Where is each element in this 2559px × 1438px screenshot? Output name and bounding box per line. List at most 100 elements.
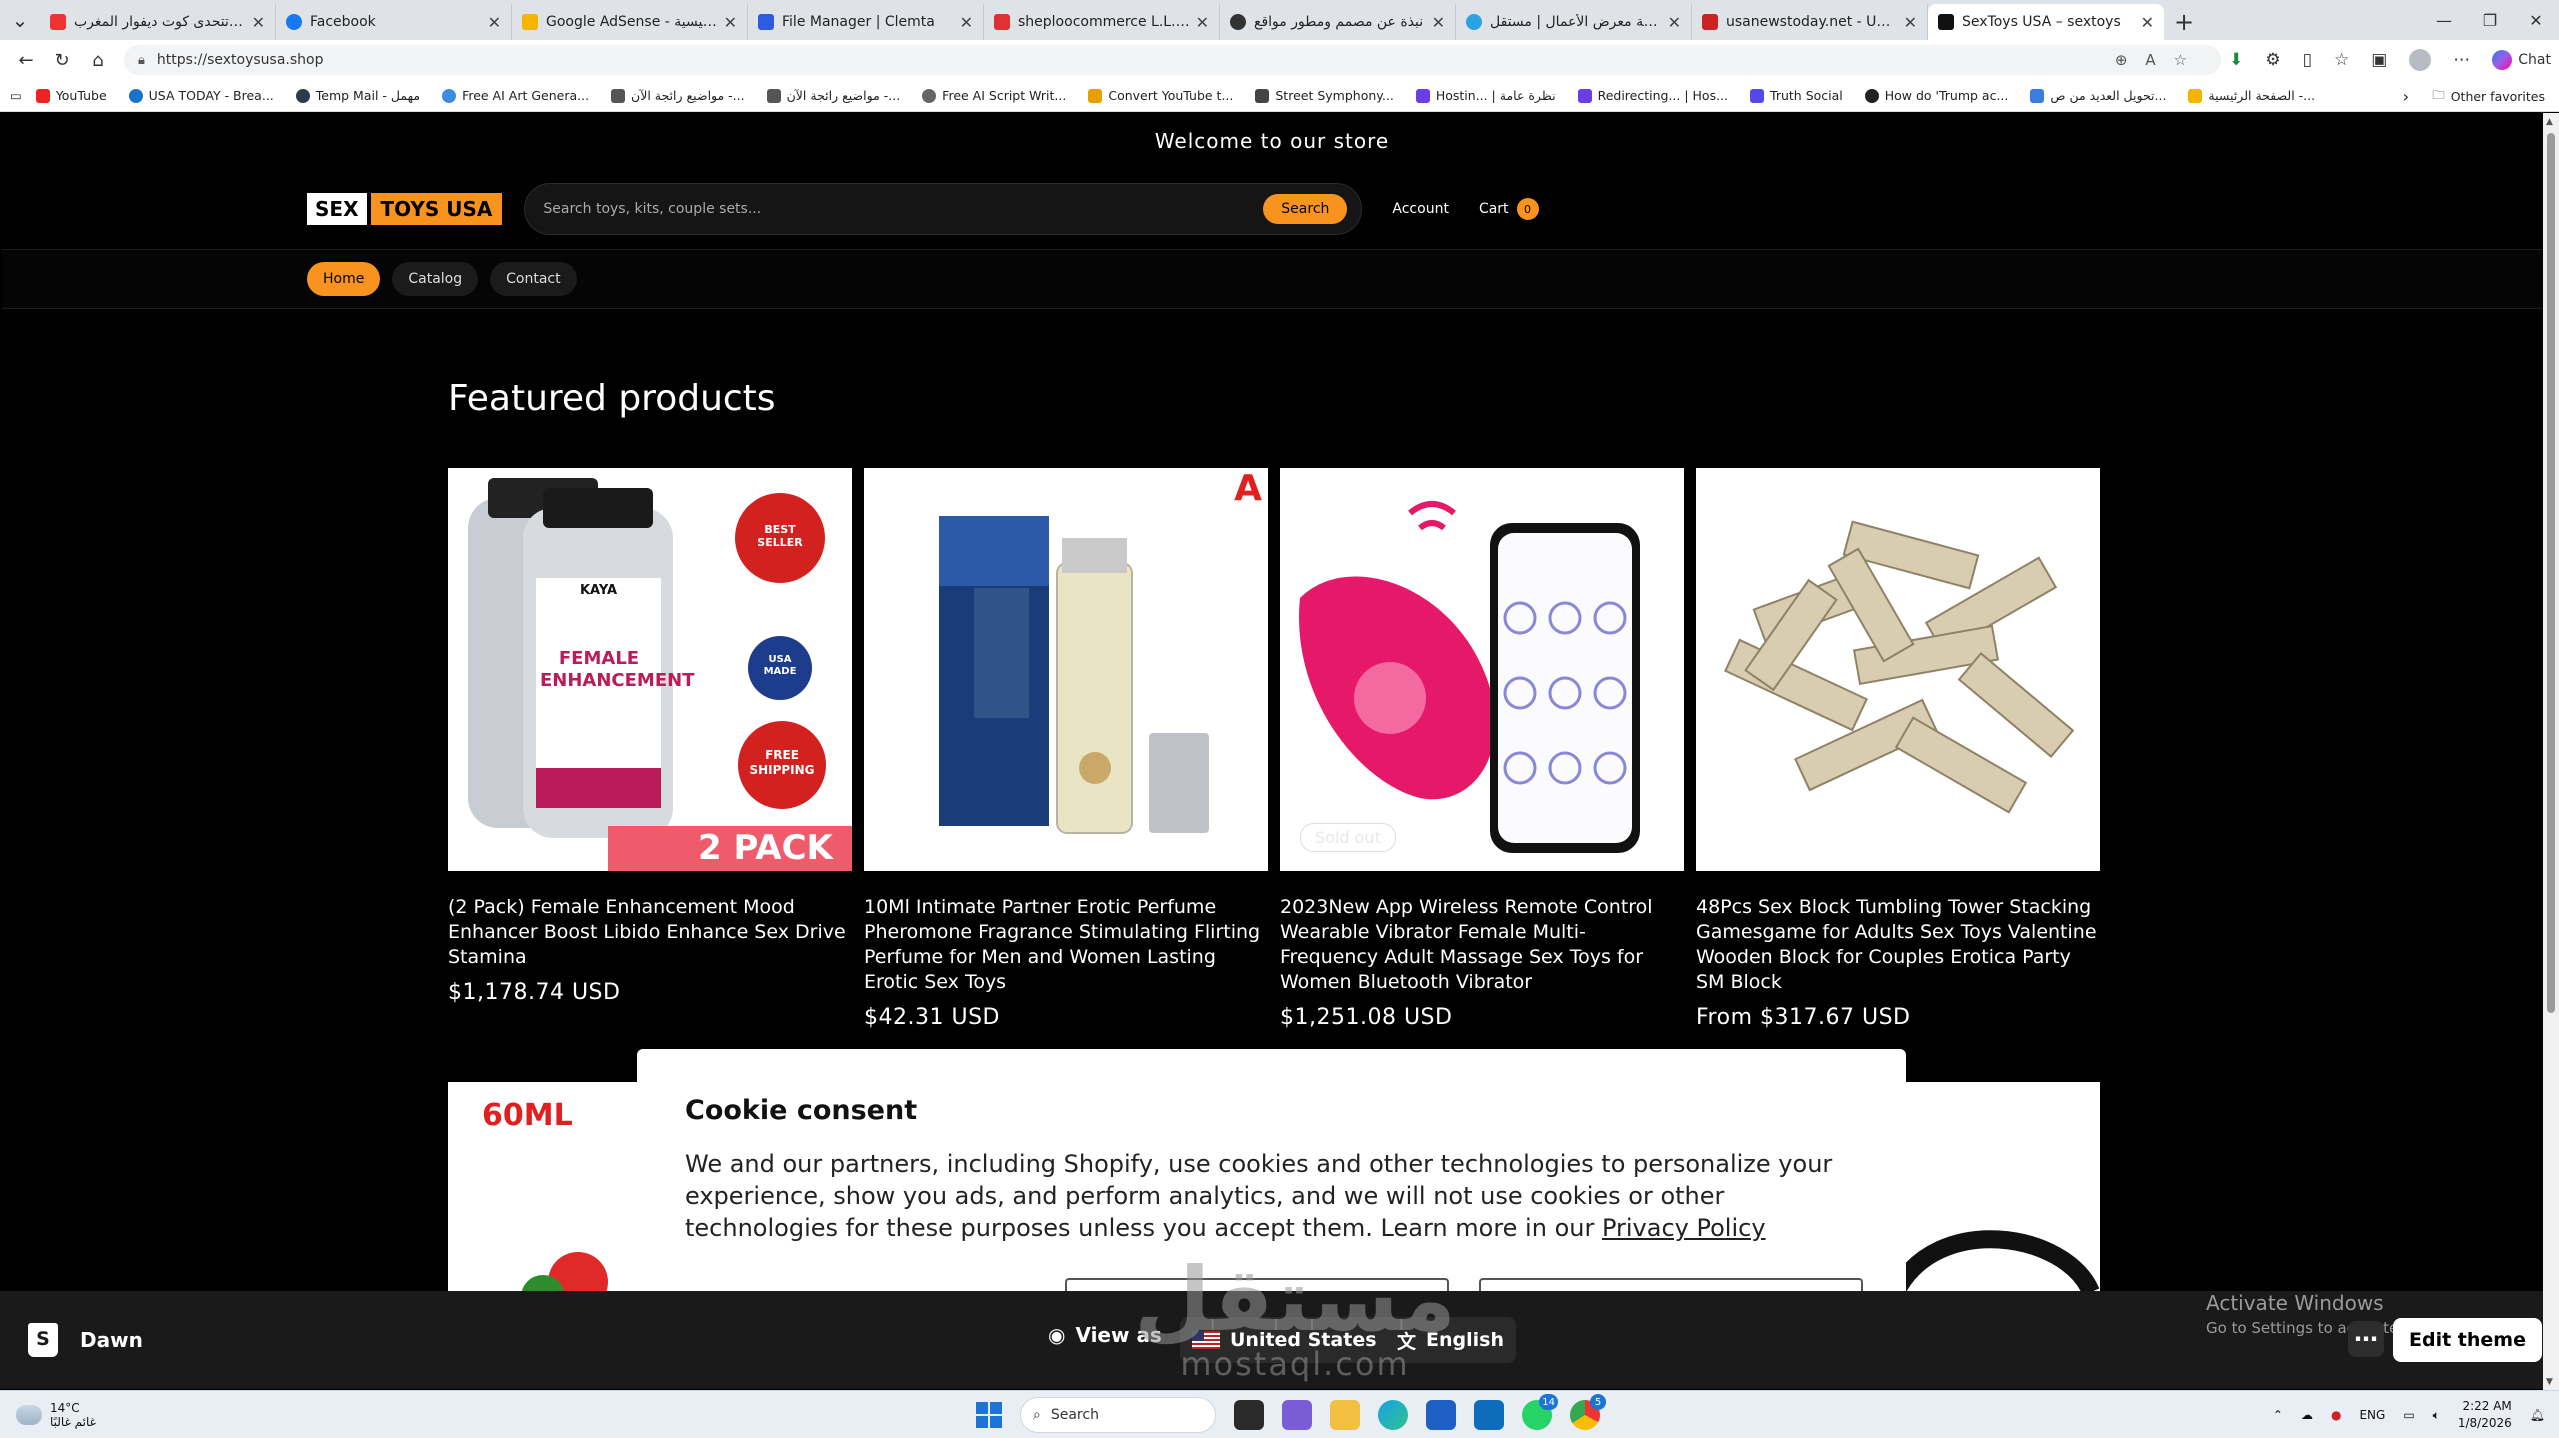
privacy-policy-link[interactable]: Privacy Policy [1602, 1214, 1766, 1242]
input-language[interactable]: ENG [2359, 1408, 2385, 1422]
browser-tab[interactable]: Facebook ✕ [276, 4, 512, 40]
product-title[interactable]: (2 Pack) Female Enhancement Mood Enhance… [448, 895, 852, 970]
product-image[interactable]: BEST SELLER USA MADE FREE SHIPPING KAYA … [448, 468, 852, 871]
product-title[interactable]: 2023New App Wireless Remote Control Wear… [1280, 895, 1684, 995]
browser-tab-active[interactable]: SexToys USA – sextoys ✕ [1928, 4, 2164, 40]
language-selector[interactable]: 文 English [1385, 1317, 1516, 1363]
browser-tab[interactable]: إضافة معرض الأعمال | مستقل ✕ [1456, 4, 1692, 40]
close-icon[interactable]: ✕ [960, 13, 973, 32]
read-aloud-icon[interactable]: A [2145, 51, 2155, 69]
more-options-button[interactable]: ⋯ [2348, 1321, 2384, 1357]
notifications-icon[interactable]: 🔔︎ [2530, 1408, 2545, 1422]
windows-start-icon[interactable] [976, 1402, 1002, 1428]
edge-icon[interactable] [1378, 1400, 1408, 1430]
scroll-down-icon[interactable]: ▼ [2546, 1377, 2553, 1387]
store-logo[interactable]: SEX TOYS USA [307, 193, 503, 225]
cart-link[interactable]: Cart 0 [1479, 198, 1539, 220]
url-field[interactable]: 🔒︎ https://sextoysusa.shop ⊕ A ☆ [124, 45, 2222, 75]
bookmark-item[interactable]: USA TODAY - Brea... [128, 88, 274, 103]
back-icon[interactable]: ← [8, 44, 44, 76]
zoom-icon[interactable]: ⊕ [2115, 51, 2128, 69]
bookmark-item[interactable]: Free AI Script Writ... [922, 88, 1066, 103]
weather-widget[interactable]: 14°C غائم غالبًا [16, 1401, 96, 1429]
chevron-up-icon[interactable]: ⌃ [2273, 1408, 2283, 1422]
outlook-icon[interactable] [1474, 1400, 1504, 1430]
download-icon[interactable]: ⬇ [2229, 50, 2243, 70]
bookmark-item[interactable]: Truth Social [1750, 88, 1843, 103]
clock[interactable]: 2:22 AM 1/8/2026 [2458, 1398, 2512, 1432]
more-icon[interactable]: ⋯ [2453, 50, 2470, 70]
product-card[interactable]: BEST SELLER USA MADE FREE SHIPPING KAYA … [448, 468, 852, 1030]
onedrive-icon[interactable]: ☁ [2301, 1408, 2313, 1422]
store-icon[interactable] [1426, 1400, 1456, 1430]
nav-contact[interactable]: Contact [490, 262, 577, 296]
nav-catalog[interactable]: Catalog [392, 262, 479, 296]
product-image[interactable]: A [864, 468, 1268, 871]
browser-tab[interactable]: usanewstoday.net - USANewsToday... ✕ [1692, 4, 1928, 40]
edit-theme-button[interactable]: Edit theme [2393, 1318, 2542, 1362]
taskbar-search[interactable]: ⌕ Search [1020, 1397, 1216, 1433]
collections-icon[interactable]: ▣ [2371, 50, 2387, 70]
extensions-icon[interactable]: ⚙ [2265, 50, 2280, 70]
chevron-right-icon[interactable]: › [2403, 80, 2409, 112]
browser-tab[interactable]: File Manager | Clemta ✕ [748, 4, 984, 40]
cookie-accept-button[interactable] [1479, 1278, 1863, 1292]
bookmarks-menu-icon[interactable]: ▭ [10, 88, 22, 103]
product-image[interactable] [1696, 468, 2100, 871]
refresh-icon[interactable]: ↻ [44, 44, 80, 76]
browser-tab[interactable]: Google AdSense - الصفحة الرئيسية ✕ [512, 4, 748, 40]
bookmark-item[interactable]: YouTube [35, 88, 107, 103]
restore-icon[interactable]: ❐ [2467, 0, 2513, 40]
product-card[interactable]: 48Pcs Sex Block Tumbling Tower Stacking … [1696, 468, 2100, 1030]
page-scrollbar[interactable]: ▲ ▼ [2543, 113, 2559, 1391]
bookmark-item[interactable]: الصفحة الرئيسية -... [2188, 88, 2315, 103]
scrollbar-thumb[interactable] [2547, 133, 2555, 1013]
widgets-icon[interactable] [1282, 1400, 1312, 1430]
bookmark-item[interactable]: Redirecting... | Hos... [1577, 88, 1728, 103]
close-window-icon[interactable]: ✕ [2513, 0, 2559, 40]
product-title[interactable]: 10Ml Intimate Partner Erotic Perfume Phe… [864, 895, 1268, 995]
whatsapp-icon[interactable]: 14 [1522, 1394, 1558, 1430]
product-card[interactable]: A 10Ml Intimate Partner Erotic Perfume P… [864, 468, 1268, 1030]
bookmark-item[interactable]: Convert YouTube t... [1088, 88, 1233, 103]
view-as-button[interactable]: ◉ View as [1048, 1323, 1162, 1347]
account-link[interactable]: Account [1392, 201, 1449, 217]
volume-icon[interactable]: 🔈︎ [2433, 1408, 2440, 1423]
close-icon[interactable]: ✕ [1904, 13, 1917, 32]
bookmark-item[interactable]: Hostin... | نظرة عامة [1415, 88, 1556, 103]
network-icon[interactable]: ▭ [2403, 1408, 2414, 1422]
browser-tab[interactable]: sheploocommerce L.L.C.- EIN Letter... ✕ [984, 4, 1220, 40]
split-screen-icon[interactable]: ▯ [2303, 50, 2312, 70]
close-icon[interactable]: ✕ [488, 13, 501, 32]
product-title[interactable]: 48Pcs Sex Block Tumbling Tower Stacking … [1696, 895, 2100, 995]
browser-tab[interactable]: نبذة عن مصمم ومطور مواقع ✕ [1220, 4, 1456, 40]
profile-avatar[interactable] [2409, 49, 2432, 71]
close-icon[interactable]: ✕ [1196, 13, 1209, 32]
search-input[interactable] [543, 201, 1264, 217]
file-explorer-icon[interactable] [1330, 1400, 1360, 1430]
security-icon[interactable]: ● [2331, 1408, 2341, 1422]
close-icon[interactable]: ✕ [2141, 13, 2154, 32]
close-icon[interactable]: ✕ [252, 13, 265, 32]
new-tab-button[interactable]: + [2164, 4, 2204, 40]
close-icon[interactable]: ✕ [1432, 13, 1445, 32]
bookmark-item[interactable]: تحويل العديد من ص... [2030, 88, 2166, 103]
scroll-up-icon[interactable]: ▲ [2546, 117, 2553, 127]
bookmark-item[interactable]: مواضيع رائجة الآن -... [766, 88, 900, 103]
favorite-star-icon[interactable]: ☆ [2174, 51, 2187, 69]
cookie-decline-button[interactable] [1065, 1278, 1449, 1292]
other-favorites[interactable]: 🗀 Other favorites [2432, 80, 2545, 112]
bookmark-item[interactable]: Temp Mail - مهمل [295, 88, 420, 103]
home-icon[interactable]: ⌂ [80, 44, 116, 76]
product-card[interactable]: Sold out 2023New App Wireless Remote Con… [1280, 468, 1684, 1030]
nav-home[interactable]: Home [307, 262, 381, 296]
bookmark-item[interactable]: Free AI Art Genera... [442, 88, 589, 103]
tab-actions-icon[interactable]: ⌄ [0, 0, 40, 40]
task-view-icon[interactable] [1234, 1400, 1264, 1430]
bookmark-item[interactable]: How do 'Trump ac... [1864, 88, 2008, 103]
bookmark-item[interactable]: مواضيع رائجة الآن -... [611, 88, 745, 103]
bookmark-item[interactable]: Street Symphony... [1255, 88, 1394, 103]
close-icon[interactable]: ✕ [1668, 13, 1681, 32]
browser-tab[interactable]: مصر تتحدى كوت ديفوار المغرب... ✕ [40, 4, 276, 40]
close-icon[interactable]: ✕ [724, 13, 737, 32]
